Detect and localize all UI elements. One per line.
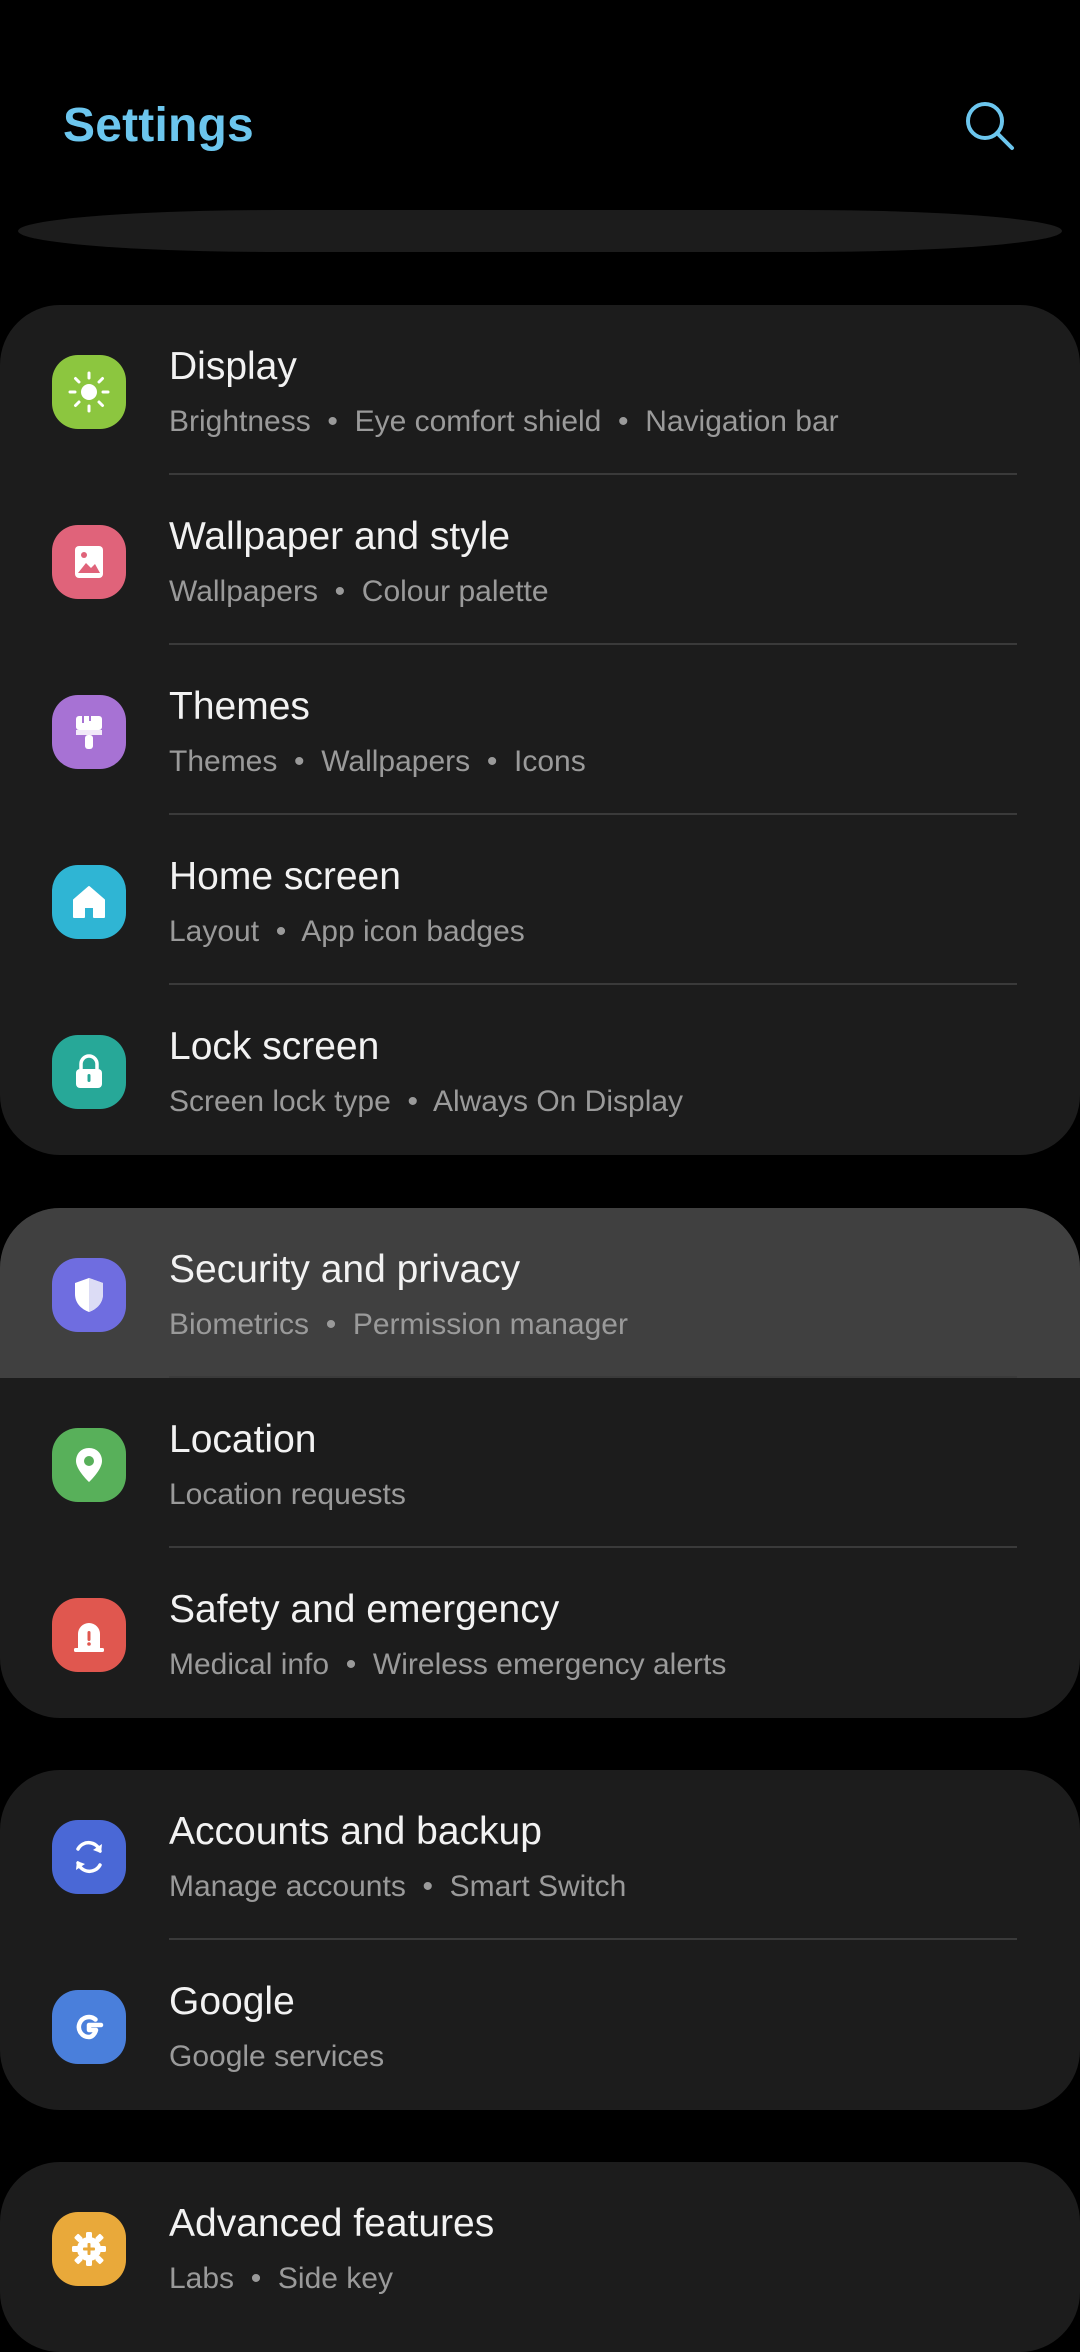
settings-item-location[interactable]: Location Location requests xyxy=(0,1378,1080,1548)
lock-screen-icon-badge xyxy=(52,1035,126,1109)
settings-item-title: Security and privacy xyxy=(169,1248,521,1291)
settings-item-subtitle: Layout • App icon badges xyxy=(169,915,525,948)
page-title: Settings xyxy=(63,99,254,152)
display-icon-badge xyxy=(52,355,126,429)
settings-item-subtitle: Location requests xyxy=(169,1478,406,1511)
settings-group-accounts: Accounts and backup Manage accounts • Sm… xyxy=(0,1770,1080,2110)
settings-item-safety-and-emergency[interactable]: Safety and emergency Medical info • Wire… xyxy=(0,1548,1080,1718)
shield-icon xyxy=(75,1278,103,1312)
location-pin-icon xyxy=(76,1448,102,1482)
settings-group-security: Security and privacy Biometrics • Permis… xyxy=(0,1208,1080,1718)
settings-group-personalization: Display Brightness • Eye comfort shield … xyxy=(0,305,1080,1155)
settings-item-themes[interactable]: Themes Themes • Wallpapers • Icons xyxy=(0,645,1080,815)
collapsed-suggestion-bar[interactable] xyxy=(18,210,1062,252)
paintbrush-icon xyxy=(76,716,102,749)
settings-item-title: Advanced features xyxy=(169,2202,495,2245)
settings-item-subtitle: Google services xyxy=(169,2040,385,2073)
settings-item-google[interactable]: Google Google services xyxy=(0,1940,1080,2110)
settings-item-title: Safety and emergency xyxy=(169,1588,560,1631)
settings-item-accounts-and-backup[interactable]: Accounts and backup Manage accounts • Sm… xyxy=(0,1770,1080,1940)
settings-item-wallpaper-and-style[interactable]: Wallpaper and style Wallpapers • Colour … xyxy=(0,475,1080,645)
settings-item-subtitle: Manage accounts • Smart Switch xyxy=(169,1870,627,1903)
picture-icon xyxy=(75,546,103,578)
settings-item-subtitle: Medical info • Wireless emergency alerts xyxy=(169,1648,727,1681)
settings-item-display[interactable]: Display Brightness • Eye comfort shield … xyxy=(0,305,1080,475)
app-header: Settings xyxy=(0,0,1080,200)
settings-item-subtitle: Biometrics • Permission manager xyxy=(169,1308,628,1341)
settings-item-subtitle: Brightness • Eye comfort shield • Naviga… xyxy=(169,405,839,438)
gear-plus-icon xyxy=(72,2232,106,2266)
advanced-icon-badge xyxy=(52,2212,126,2286)
location-icon-badge xyxy=(52,1428,126,1502)
google-icon xyxy=(76,2014,104,2040)
emergency-icon xyxy=(74,1623,104,1652)
settings-item-security-and-privacy[interactable]: Security and privacy Biometrics • Permis… xyxy=(0,1208,1080,1378)
search-icon xyxy=(966,102,1014,150)
settings-item-subtitle: Labs • Side key xyxy=(169,2262,393,2295)
settings-item-subtitle: Screen lock type • Always On Display xyxy=(169,1085,684,1118)
settings-item-home-screen[interactable]: Home screen Layout • App icon badges xyxy=(0,815,1080,985)
home-screen-icon-badge xyxy=(52,865,126,939)
settings-item-title: Google xyxy=(169,1980,295,2023)
accounts-icon-badge xyxy=(52,1820,126,1894)
settings-item-subtitle: Wallpapers • Colour palette xyxy=(169,575,549,608)
themes-icon-badge xyxy=(52,695,126,769)
settings-item-title: Display xyxy=(169,345,297,388)
settings-item-lock-screen[interactable]: Lock screen Screen lock type • Always On… xyxy=(0,985,1080,1155)
google-icon-badge xyxy=(52,1990,126,2064)
security-icon-badge xyxy=(52,1258,126,1332)
wallpaper-icon-badge xyxy=(52,525,126,599)
settings-item-title: Location xyxy=(169,1418,317,1461)
safety-icon-badge xyxy=(52,1598,126,1672)
sun-icon xyxy=(68,371,110,413)
lock-icon xyxy=(76,1054,102,1088)
settings-group-advanced: Advanced features Labs • Side key xyxy=(0,2162,1080,2352)
settings-item-subtitle: Themes • Wallpapers • Icons xyxy=(169,745,586,778)
settings-item-title: Wallpaper and style xyxy=(169,515,511,558)
sync-icon xyxy=(76,1840,102,1874)
settings-item-title: Accounts and backup xyxy=(169,1810,542,1853)
settings-item-title: Lock screen xyxy=(169,1025,380,1068)
settings-item-title: Home screen xyxy=(169,855,401,898)
search-button[interactable] xyxy=(960,96,1020,156)
settings-item-title: Themes xyxy=(169,685,310,728)
home-icon xyxy=(73,886,105,918)
settings-item-advanced-features[interactable]: Advanced features Labs • Side key xyxy=(0,2162,1080,2332)
